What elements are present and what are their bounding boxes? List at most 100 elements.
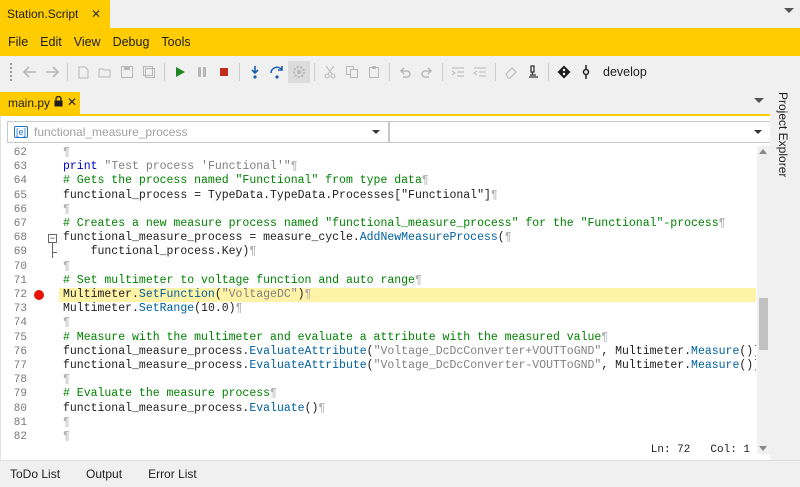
git-icon[interactable] (553, 61, 575, 83)
scope-dropdown[interactable] (389, 121, 771, 143)
code-line[interactable]: 79 # Evaluate the measure process¶ (1, 387, 756, 401)
cut-icon[interactable] (319, 61, 341, 83)
code-line[interactable]: 67 # Creates a new measure process named … (1, 217, 756, 231)
code-line[interactable]: 73 Multimeter.SetRange(10.0)¶ (1, 302, 756, 316)
code-line[interactable]: 72 Multimeter.SetFunction("VoltageDC")¶ (14, 288, 756, 303)
scrollbar-thumb[interactable] (759, 298, 768, 350)
navigation-bar: [e] functional_measure_process (7, 121, 771, 143)
step-into-icon[interactable] (244, 61, 266, 83)
tab-error-list[interactable]: Error List (138, 467, 207, 481)
open-file-icon[interactable] (94, 61, 116, 83)
code-text: functional_measure_process.EvaluateAttri… (63, 344, 756, 358)
menu-debug[interactable]: Debug (107, 35, 156, 49)
code-line[interactable]: 70 ¶ (1, 260, 756, 274)
code-line[interactable]: 76 functional_measure_process.EvaluateAtt… (1, 345, 756, 359)
menu-edit[interactable]: Edit (34, 35, 68, 49)
toolbar-separator (164, 63, 165, 81)
code-text: functional_measure_process.EvaluateAttri… (63, 359, 756, 372)
code-line[interactable]: 66 ¶ (1, 203, 756, 217)
toolbar-separator (495, 63, 496, 81)
chevron-down-icon[interactable] (754, 98, 764, 103)
outdent-icon[interactable] (469, 61, 491, 83)
line-number: 73 (13, 303, 27, 316)
code-line[interactable]: 74 ¶ (1, 316, 756, 330)
tab-main-py[interactable]: main.py ✕ (0, 92, 80, 114)
line-number: 67 (13, 218, 27, 230)
breakpoint-settings-icon[interactable] (288, 61, 310, 83)
code-line[interactable]: 78 ¶ (1, 373, 756, 387)
step-over-icon[interactable] (266, 61, 288, 83)
menu-tools[interactable]: Tools (155, 35, 196, 49)
line-number: 71 (13, 274, 27, 287)
document-tab-station-script[interactable]: Station.Script ✕ (0, 0, 110, 28)
code-line[interactable]: 71 # Set multimeter to voltage function a… (1, 274, 756, 288)
code-editor[interactable]: [e] functional_measure_process 62 ¶ 63 prin… (0, 114, 771, 460)
document-tab-title: Station.Script (7, 7, 79, 21)
branch-icon (575, 61, 597, 83)
indent-icon[interactable] (447, 61, 469, 83)
tab-todo-list[interactable]: ToDo List (0, 467, 70, 481)
code-text: Multimeter.SetRange(10.0)¶ (63, 302, 243, 316)
line-number: 66 (13, 203, 27, 216)
lock-icon (54, 95, 63, 110)
menu-view[interactable]: View (68, 35, 107, 49)
line-number: 72 (13, 289, 27, 301)
pause-icon[interactable] (191, 61, 213, 83)
code-text: Multimeter.SetFunction("VoltageDC")¶ (63, 288, 312, 301)
code-line[interactable]: 80 functional_measure_process.Evaluate()¶ (1, 402, 756, 416)
line-number: 69 (13, 246, 27, 259)
code-line[interactable]: 69 functional_process.Key)¶ (1, 245, 756, 259)
close-icon[interactable]: ✕ (91, 7, 101, 21)
eraser-icon[interactable] (500, 61, 522, 83)
close-icon[interactable]: ✕ (67, 95, 77, 109)
microscope-icon[interactable] (522, 61, 544, 83)
stop-icon[interactable] (213, 61, 235, 83)
line-number: 70 (13, 260, 27, 273)
new-file-icon[interactable] (72, 61, 94, 83)
chevron-down-icon[interactable] (784, 8, 794, 13)
code-line[interactable]: 63 print "Test process 'Functional'"¶ (1, 160, 756, 174)
code-text: functional_process.Key)¶ (63, 245, 257, 259)
line-number: 65 (13, 189, 27, 202)
project-explorer-tab[interactable]: Project Explorer (776, 92, 790, 177)
breakpoint-icon[interactable] (34, 290, 44, 300)
code-text: ¶ (63, 415, 70, 429)
undo-icon[interactable] (394, 61, 416, 83)
copy-icon[interactable] (341, 61, 363, 83)
forward-arrow-icon[interactable] (41, 61, 63, 83)
run-icon[interactable] (169, 61, 191, 83)
code-line[interactable]: 82 ¶ (1, 430, 756, 442)
vertical-scrollbar[interactable] (757, 146, 770, 454)
code-text: ¶ (63, 373, 70, 387)
code-area[interactable]: 62 ¶ 63 print "Test process 'Functional'"¶ 6… (1, 146, 756, 442)
chevron-down-icon (372, 130, 380, 134)
toolbar-grip[interactable] (10, 63, 13, 81)
variable-icon: [e] (14, 126, 29, 138)
code-line[interactable]: 64 # Gets the process named "Functional" … (1, 174, 756, 188)
code-line[interactable]: 77 functional_measure_process.EvaluateAtt… (1, 359, 756, 373)
member-dropdown[interactable]: [e] functional_measure_process (7, 121, 389, 143)
menu-file[interactable]: File (2, 35, 34, 49)
fold-collapse-icon[interactable]: − (48, 233, 57, 243)
back-arrow-icon[interactable] (19, 61, 41, 83)
branch-name[interactable]: develop (603, 65, 647, 79)
code-text: ¶ (63, 146, 70, 159)
code-text: functional_measure_process = measure_cyc… (63, 231, 512, 245)
paste-icon[interactable] (363, 61, 385, 83)
code-line[interactable]: 65 functional_process = TypeData.TypeData… (1, 189, 756, 203)
scroll-down-arrow-icon[interactable] (759, 446, 767, 451)
code-line[interactable]: 62 ¶ (1, 146, 756, 160)
code-line[interactable]: 68 functional_measure_process = measure_c… (1, 231, 756, 245)
line-number: 76 (13, 345, 27, 358)
line-number: 80 (13, 402, 27, 415)
save-icon[interactable] (116, 61, 138, 83)
code-text: ¶ (63, 430, 70, 442)
code-line[interactable]: 75 # Measure with the multimeter and eval… (1, 331, 756, 345)
code-line[interactable]: 81 ¶ (1, 416, 756, 430)
tab-output[interactable]: Output (76, 467, 132, 481)
code-text: # Set multimeter to voltage function and… (63, 273, 422, 287)
save-all-icon[interactable] (138, 61, 160, 83)
scroll-up-arrow-icon[interactable] (759, 149, 767, 154)
redo-icon[interactable] (416, 61, 438, 83)
toolbar-separator (314, 63, 315, 81)
